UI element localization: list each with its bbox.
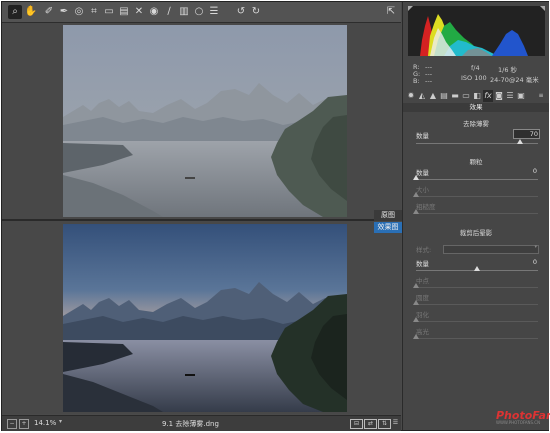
camera-calibration-tab-icon[interactable]: ◙ <box>494 90 504 102</box>
vignette-highlights-thumb <box>413 334 419 339</box>
zoom-level[interactable]: 14.1% <box>34 419 56 427</box>
vignette-highlights-slider <box>416 338 538 339</box>
after-label: 效果图 <box>374 222 402 233</box>
vignette-style-select: ▾ <box>443 244 539 254</box>
split-toning-tab-icon[interactable]: ▬ <box>450 90 460 102</box>
histogram <box>408 6 545 56</box>
swap-settings-icon[interactable]: ⇄ <box>364 419 377 429</box>
detail-tab-icon[interactable]: ▲ <box>428 90 438 102</box>
graduated-filter-icon[interactable]: ▥ <box>177 5 191 19</box>
after-photo <box>63 224 347 412</box>
adjustment-panel: R: --- G: --- B: --- f/4 1/6 秒 ISO 100 2… <box>402 2 549 430</box>
dehaze-amount-thumb[interactable] <box>516 139 523 144</box>
grain-amount-thumb[interactable] <box>413 175 419 180</box>
vignette-roundness-slider <box>416 304 538 305</box>
zoom-dropdown-icon[interactable]: ▾ <box>59 418 62 425</box>
grain-size-thumb <box>413 192 419 197</box>
effects-tab-icon[interactable]: fx <box>483 90 493 102</box>
shadow-clipping-warning[interactable] <box>408 6 413 11</box>
before-photo <box>63 25 347 217</box>
b-label: B: <box>413 77 420 85</box>
spot-removal-icon[interactable]: ✕ <box>132 5 146 19</box>
status-bar: − + 14.1% ▾ 9.1 去除薄雾.dng ⊟ ⇄ ⇅ ☰ <box>2 415 401 431</box>
zoom-icon[interactable]: ⌕ <box>8 5 22 19</box>
vignette-feather-slider <box>416 321 538 322</box>
panel-tabs: ✹ ◭ ▲ ▤ ▬ ▭ ◧ fx ◙ ☰ ▣ ≡ <box>406 90 546 102</box>
dehaze-amount-label: 数量 <box>416 132 429 140</box>
vignette-title: 裁剪后晕影 <box>459 229 493 237</box>
preview-area: 原图 效果图 <box>2 23 402 414</box>
grain-size-slider <box>416 196 538 197</box>
grain-roughness-thumb <box>413 209 419 214</box>
snapshots-tab-icon[interactable]: ▣ <box>516 90 526 102</box>
before-image <box>63 25 347 217</box>
file-name: 9.1 去除薄雾.dng <box>162 420 219 428</box>
fullscreen-icon[interactable]: ⇱ <box>384 5 398 19</box>
vignette-amount-thumb[interactable] <box>474 266 480 271</box>
basic-tab-icon[interactable]: ✹ <box>406 90 416 102</box>
hsl-tab-icon[interactable]: ▤ <box>439 90 449 102</box>
transform-icon[interactable]: ▤ <box>117 5 131 19</box>
toggle-settings-icon[interactable]: ☰ <box>392 419 399 427</box>
vignette-midpoint-slider <box>416 287 538 288</box>
color-sampler-icon[interactable]: ✒ <box>57 5 71 19</box>
vignette-roundness-thumb <box>413 300 419 305</box>
before-label: 原图 <box>374 210 402 221</box>
panel-menu-icon[interactable]: ≡ <box>536 90 546 102</box>
hand-icon[interactable]: ✋ <box>24 5 38 19</box>
vignette-amount-value[interactable]: 0 <box>513 258 537 266</box>
grain-amount-value[interactable]: 0 <box>513 167 537 175</box>
grain-roughness-slider <box>416 213 538 214</box>
presets-tab-icon[interactable]: ☰ <box>505 90 515 102</box>
camera-raw-window: ⌕ ✋ ✐ ✒ ◎ ⌗ ▭ ▤ ✕ ◉ ∕ ▥ ○ ☰ ↺ ↻ ⇱ 原图 效果图… <box>1 1 549 431</box>
straighten-icon[interactable]: ▭ <box>102 5 116 19</box>
vignette-feather-thumb <box>413 317 419 322</box>
vignette-style-label: 样式: <box>416 246 432 254</box>
dehaze-amount-field[interactable]: 70 <box>513 129 540 139</box>
vignette-amount-label: 数量 <box>416 260 429 268</box>
transform-tab-icon[interactable]: ◧ <box>472 90 482 102</box>
before-after-view-icon[interactable]: ⊟ <box>350 419 363 429</box>
aperture: f/4 <box>471 64 480 72</box>
after-image <box>63 224 347 412</box>
toolbar: ⌕ ✋ ✐ ✒ ◎ ⌗ ▭ ▤ ✕ ◉ ∕ ▥ ○ ☰ ↺ ↻ ⇱ <box>2 2 401 23</box>
highlight-clipping-warning[interactable] <box>540 6 545 11</box>
lens-info: 24-70@24 毫米 <box>490 76 539 84</box>
view-divider <box>2 219 401 221</box>
vignette-midpoint-thumb <box>413 283 419 288</box>
image-info: R: --- G: --- B: --- f/4 1/6 秒 ISO 100 2… <box>413 63 543 85</box>
shutter-speed: 1/6 秒 <box>498 66 518 74</box>
targeted-adjustment-icon[interactable]: ◎ <box>72 5 86 19</box>
white-balance-icon[interactable]: ✐ <box>42 5 56 19</box>
grain-amount-slider[interactable] <box>416 179 538 180</box>
chevron-down-icon: ▾ <box>534 244 537 250</box>
copy-settings-icon[interactable]: ⇅ <box>378 419 391 429</box>
radial-filter-icon[interactable]: ○ <box>192 5 206 19</box>
iso: ISO 100 <box>461 74 487 82</box>
preferences-icon[interactable]: ☰ <box>207 5 221 19</box>
zoom-out-button[interactable]: − <box>7 419 17 429</box>
lens-corrections-tab-icon[interactable]: ▭ <box>461 90 471 102</box>
b-value: --- <box>425 77 433 85</box>
zoom-in-button[interactable]: + <box>19 419 29 429</box>
dehaze-title: 去除薄雾 <box>463 120 489 128</box>
panel-title: 效果 <box>403 103 549 112</box>
adjustment-brush-icon[interactable]: ∕ <box>162 5 176 19</box>
red-eye-icon[interactable]: ◉ <box>147 5 161 19</box>
photofans-watermark: PhotoFans WWW.PHOTOFANS.CN <box>496 409 550 429</box>
grain-title: 颗粒 <box>469 158 483 166</box>
tone-curve-tab-icon[interactable]: ◭ <box>417 90 427 102</box>
histogram-graph <box>420 14 528 56</box>
rotate-left-icon[interactable]: ↺ <box>234 5 248 19</box>
crop-icon[interactable]: ⌗ <box>87 5 101 19</box>
rotate-right-icon[interactable]: ↻ <box>249 5 263 19</box>
